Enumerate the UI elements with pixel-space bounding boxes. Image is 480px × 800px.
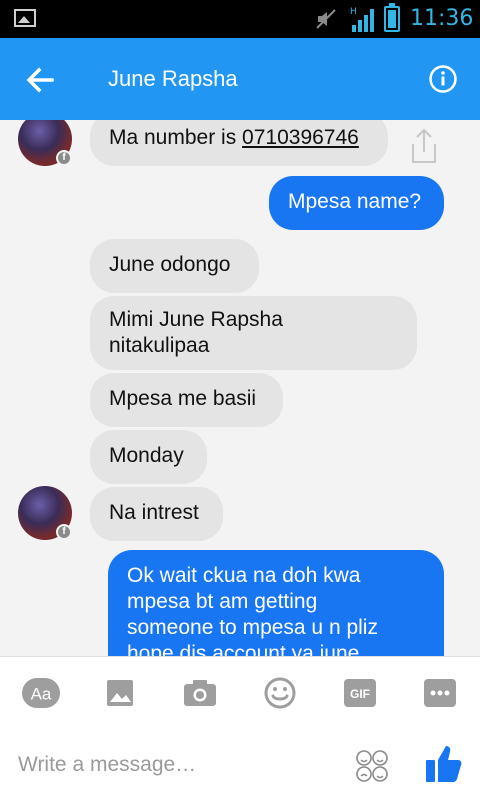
contact-avatar[interactable]: f [18, 486, 72, 540]
thumbs-up-icon[interactable] [424, 742, 464, 786]
messenger-badge-icon: f [56, 150, 72, 166]
message-input[interactable] [18, 750, 338, 780]
message-text: nitakulipaa [109, 334, 210, 357]
message-text: Mpesa me basii [109, 387, 257, 410]
message-bubble-received[interactable]: Mimi June Rapsha nitakulipaa [90, 296, 417, 370]
message-text: mpesa bt am getting [127, 590, 318, 613]
message-text: Ok wait ckua na doh kwa [127, 564, 361, 587]
arrow-left-icon[interactable] [22, 62, 58, 98]
contact-avatar[interactable]: f [18, 120, 72, 166]
message-bubble-sent[interactable]: Ok wait ckua na doh kwa mpesa bt am gett… [108, 550, 444, 656]
message-text: Na intrest [109, 501, 199, 524]
emoji-grid-icon[interactable] [354, 748, 390, 784]
status-bar: H 11:36 [0, 0, 480, 38]
camera-icon[interactable] [182, 675, 218, 711]
message-text: Monday [109, 444, 184, 467]
message-text: Ma number is [109, 126, 243, 149]
battery-icon [384, 3, 400, 32]
contact-name[interactable]: June Rapsha [108, 66, 238, 92]
message-bubble-received[interactable]: Na intrest [90, 487, 223, 541]
message-bubble-received[interactable]: Ma number is 0710396746 [90, 120, 388, 166]
message-bubble-received[interactable]: Monday [90, 430, 207, 484]
smiley-icon[interactable] [262, 675, 298, 711]
text-format-icon[interactable]: Aa [21, 675, 61, 711]
mute-icon [316, 9, 336, 29]
message-bubble-sent[interactable]: Mpesa name? [269, 176, 444, 230]
conversation-header: June Rapsha [0, 38, 480, 120]
message-text: Mpesa name? [288, 190, 422, 213]
message-bubble-received[interactable]: Mpesa me basii [90, 373, 283, 427]
svg-text:Aa: Aa [31, 685, 52, 704]
message-thread[interactable]: f Ma number is 0710396746 Mpesa name? Ju… [0, 120, 480, 656]
svg-text:GIF: GIF [350, 687, 370, 701]
signal-icon: H [350, 7, 374, 32]
info-icon[interactable] [428, 64, 458, 94]
image-icon[interactable] [104, 675, 136, 711]
status-time: 11:36 [410, 6, 474, 31]
message-text: hope dis account ya june [127, 642, 360, 656]
svg-text:H: H [350, 7, 357, 17]
message-text: June odongo [109, 253, 231, 276]
message-composer [0, 728, 480, 800]
phone-number-link[interactable]: 0710396746 [242, 126, 359, 149]
messenger-badge-icon: f [56, 524, 72, 540]
message-text: Mimi June Rapsha [109, 308, 283, 331]
share-icon[interactable] [406, 126, 442, 166]
message-bubble-received[interactable]: June odongo [90, 239, 259, 293]
composer-toolbar: Aa GIF [0, 656, 480, 728]
gif-icon[interactable]: GIF [342, 675, 378, 711]
gallery-notification-icon [14, 9, 36, 27]
more-icon[interactable] [422, 675, 458, 711]
message-text: someone to mpesa u n pliz [127, 616, 378, 639]
